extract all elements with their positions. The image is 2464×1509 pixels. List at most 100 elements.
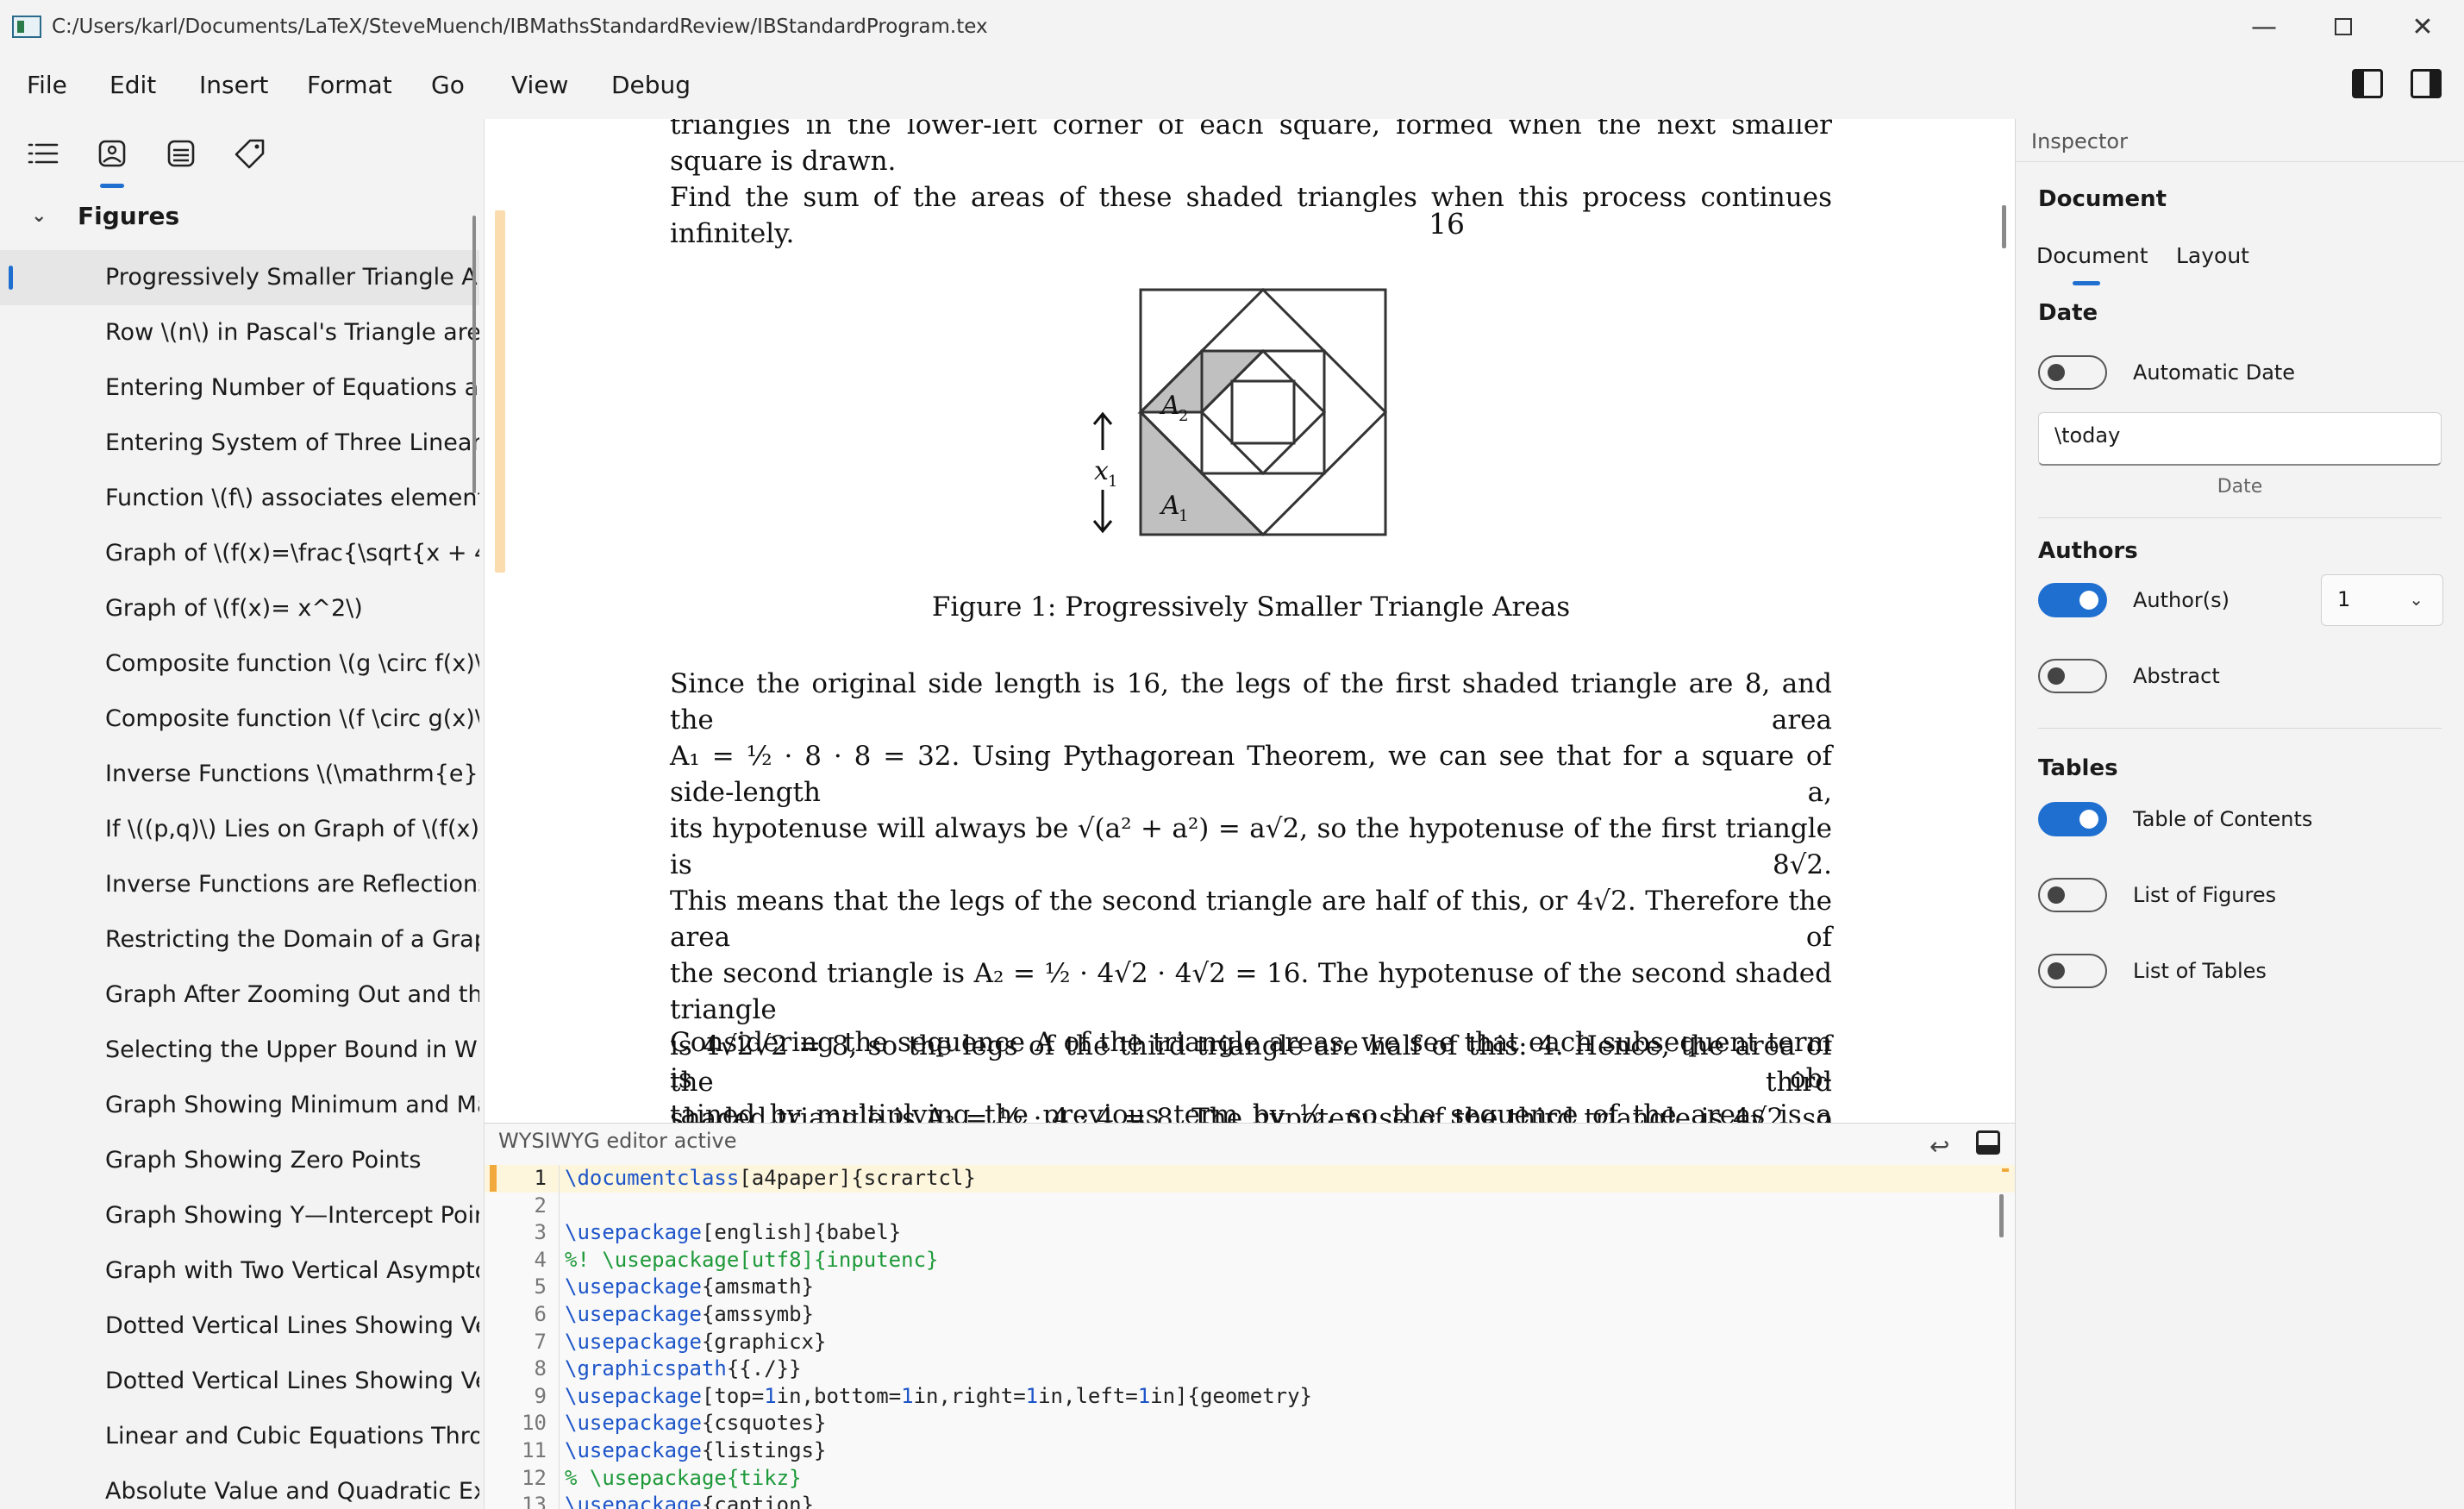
toggle-left-panel-icon[interactable]	[2352, 69, 2383, 98]
label-a1: A	[1159, 491, 1180, 521]
code-line[interactable]: 2	[485, 1192, 2015, 1220]
figure-list-item[interactable]: Dotted Vertical Lines Showing Verti	[0, 1299, 479, 1354]
code-token: {amssymb}	[701, 1301, 814, 1326]
figure-list-item[interactable]: Graph with Two Vertical Asymptote	[0, 1243, 479, 1299]
code-line[interactable]: 5 \usepackage{amsmath}	[485, 1274, 2015, 1301]
menu-edit[interactable]: Edit	[109, 71, 156, 99]
sidebar-scrollbar[interactable]	[472, 216, 476, 493]
labels-icon[interactable]	[233, 136, 267, 171]
figure-list-item[interactable]: Progressively Smaller Triangle Areas	[0, 250, 479, 305]
menu-insert[interactable]: Insert	[199, 71, 268, 99]
authors-label: Author(s)	[2133, 588, 2230, 612]
authors-row: Author(s)	[2038, 581, 2229, 619]
figure-list-item[interactable]: Composite function \(f \circ g(x)\)	[0, 692, 479, 747]
abstract-toggle[interactable]	[2038, 659, 2107, 693]
menu-debug[interactable]: Debug	[611, 71, 691, 99]
code-line[interactable]: 7 \usepackage{graphicx}	[485, 1328, 2015, 1356]
figures-icon[interactable]	[95, 136, 129, 188]
code-line[interactable]: 6 \usepackage{amssymb}	[485, 1300, 2015, 1329]
code-token: in,left=	[1038, 1383, 1138, 1408]
close-button[interactable]: ✕	[2383, 0, 2462, 53]
code-area[interactable]: 1 \documentclass[a4paper]{scrartcl} 2 3 \us…	[485, 1165, 2015, 1509]
figure-list-item[interactable]: Linear and Cubic Equations Throug	[0, 1409, 479, 1464]
menu-go[interactable]: Go	[431, 71, 465, 99]
label-x-sub: 1	[1108, 473, 1117, 491]
outline-icon[interactable]	[26, 136, 60, 171]
preview-scrollbar[interactable]	[2002, 205, 2006, 248]
paragraph-line: its hypotenuse will always be √(a² + a²)…	[670, 813, 1832, 880]
figure-list-item[interactable]: Function \(f\) associates elements c	[0, 471, 479, 526]
figure-list-item[interactable]: Graph of \(f(x)= x^2\)	[0, 581, 479, 636]
code-token: \usepackage	[565, 1301, 702, 1326]
code-line[interactable]: 3 \usepackage[english]{babel}	[485, 1219, 2015, 1247]
figure-list-item[interactable]: Absolute Value and Quadratic Exan	[0, 1464, 479, 1509]
inspector-title: Document	[2038, 186, 2167, 212]
code-line[interactable]: 9 \usepackage[top=1in,bottom=1in,right=1i…	[485, 1382, 2015, 1411]
figure-list-item[interactable]: Graph Showing Zero Points	[0, 1133, 479, 1188]
code-token: {{./}}	[726, 1356, 802, 1381]
wysiwyg-preview[interactable]: triangles in the lower-left corner of ea…	[485, 119, 2015, 1123]
figures-section-title: Figures	[78, 202, 180, 230]
code-line[interactable]: 13 \usepackage{caption}	[485, 1492, 2015, 1509]
code-token: in]{geometry}	[1150, 1383, 1312, 1408]
figure-list-item[interactable]: Selecting the Upper Bound in Whic	[0, 1023, 479, 1078]
line-number: 7	[534, 1329, 547, 1354]
toggle-editor-panel-icon[interactable]	[1976, 1130, 2000, 1155]
figure-list-item[interactable]: If \((p,q)\) Lies on Graph of \(f(x)\), …	[0, 802, 479, 857]
list-of-tables-toggle[interactable]	[2038, 954, 2107, 988]
code-line[interactable]: 8 \graphicspath{{./}}	[485, 1356, 2015, 1383]
line-number: 8	[534, 1356, 547, 1381]
figure-list-item[interactable]: Graph of \(f(x)=\frac{\sqrt{x + 4}}{x-	[0, 526, 479, 581]
line-source: \usepackage{amssymb}	[559, 1300, 814, 1329]
figure-list-item[interactable]: Row \(n\) in Pascal's Triangle are co	[0, 305, 479, 360]
figure-list-item[interactable]: Composite function \(g \circ f(x)\)	[0, 636, 479, 692]
figure-list-item[interactable]: Graph Showing Y—Intercept Point	[0, 1188, 479, 1243]
word-wrap-icon[interactable]: ↩	[1929, 1132, 1949, 1161]
editor-status: WYSIWYG editor active	[498, 1129, 737, 1153]
modified-line-marker	[490, 1165, 497, 1192]
figure-side-length: 16	[1429, 207, 1465, 241]
chevron-down-icon[interactable]: ⌄	[31, 205, 59, 227]
code-line[interactable]: 1 \documentclass[a4paper]{scrartcl}	[485, 1165, 2015, 1193]
tab-layout[interactable]: Layout	[2176, 243, 2249, 268]
figure-list-item[interactable]: Restricting the Domain of a Graph	[0, 912, 479, 967]
authors-toggle[interactable]	[2038, 583, 2107, 617]
source-editor: WYSIWYG editor active ↩ 1 \documentclass[…	[485, 1123, 2015, 1509]
code-line[interactable]: 10 \usepackage{csquotes}	[485, 1410, 2015, 1437]
menu-format[interactable]: Format	[307, 71, 392, 99]
code-token: 1	[1137, 1383, 1151, 1408]
toggle-right-panel-icon[interactable]	[2411, 69, 2442, 98]
minimize-button[interactable]: —	[2224, 0, 2304, 53]
figure-list-item[interactable]: Entering Number of Equations and	[0, 360, 479, 416]
figure-list-item[interactable]: Entering System of Three Linear Eq	[0, 416, 479, 471]
code-token: {graphicx}	[701, 1329, 827, 1354]
code-token: 1	[764, 1383, 777, 1408]
figure-list-item[interactable]: Inverse Functions \(\mathrm{e}^x\)	[0, 747, 479, 802]
tables-icon[interactable]	[164, 136, 198, 171]
code-line[interactable]: 11 \usepackage{listings}	[485, 1437, 2015, 1465]
menu-file[interactable]: File	[27, 71, 67, 99]
figure-list-item[interactable]: Graph Showing Minimum and Max	[0, 1078, 479, 1133]
figures-section-header[interactable]: ⌄ Figures	[31, 202, 179, 230]
code-token: \usepackage	[565, 1411, 702, 1436]
line-source: \usepackage[english]{babel}	[559, 1219, 901, 1247]
list-of-figures-toggle[interactable]	[2038, 878, 2107, 912]
table-of-contents-toggle[interactable]	[2038, 802, 2107, 836]
authors-count-select[interactable]: 1 ⌄	[2321, 574, 2443, 626]
label-x: x	[1094, 456, 1109, 486]
automatic-date-toggle[interactable]	[2038, 355, 2107, 390]
figure-list-item[interactable]: Inverse Functions are Reflections in	[0, 857, 479, 912]
code-line[interactable]: 12 % \usepackage{tikz}	[485, 1464, 2015, 1493]
abstract-label: Abstract	[2133, 664, 2220, 688]
code-token: \usepackage	[565, 1220, 702, 1245]
line-number: 11	[522, 1437, 547, 1462]
figure-list-item[interactable]: Graph After Zooming Out and ther	[0, 967, 479, 1023]
menu-view[interactable]: View	[511, 71, 568, 99]
lot-row: List of Tables	[2038, 952, 2267, 990]
maximize-button[interactable]	[2304, 0, 2383, 53]
editor-scrollbar[interactable]	[1999, 1194, 2004, 1237]
date-input[interactable]: \today	[2038, 412, 2442, 466]
code-line[interactable]: 4 %! \usepackage[utf8]{inputenc}	[485, 1246, 2015, 1274]
figure-list-item[interactable]: Dotted Vertical Lines Showing Verti	[0, 1354, 479, 1409]
tab-document[interactable]: Document	[2036, 243, 2148, 285]
